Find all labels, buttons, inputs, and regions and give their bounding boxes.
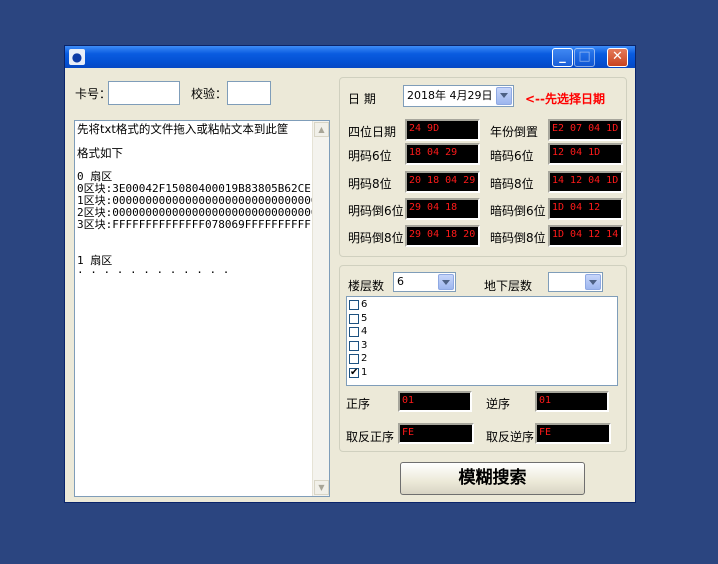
card-label: 卡号： bbox=[75, 87, 112, 101]
droplet-icon: ● bbox=[69, 49, 85, 65]
code-value: 12 04 1D bbox=[548, 143, 623, 165]
chevron-down-icon[interactable] bbox=[585, 274, 601, 290]
floor-checkbox-label: 4 bbox=[361, 326, 368, 337]
floor-checkbox[interactable] bbox=[349, 340, 359, 351]
floor-count-label: 楼层数 bbox=[348, 279, 385, 293]
floor-checkbox[interactable] bbox=[349, 327, 359, 337]
basement-count-select[interactable] bbox=[548, 272, 603, 292]
minimize-button[interactable]: _ bbox=[552, 48, 573, 67]
floor-checkbox[interactable] bbox=[349, 354, 359, 364]
floor-checkbox[interactable] bbox=[349, 313, 359, 324]
text-line bbox=[77, 159, 311, 171]
inverse-forward-label: 取反正序 bbox=[346, 430, 395, 444]
chevron-down-icon[interactable] bbox=[496, 87, 512, 105]
text-line: 先将txt格式的文件拖入或粘帖文本到此筐 bbox=[77, 122, 289, 136]
close-button[interactable]: ✕ bbox=[607, 48, 628, 67]
text-line: 格式如下 bbox=[77, 146, 123, 160]
date-picker[interactable]: 2018年 4月29日 bbox=[403, 85, 514, 107]
text-line: 3区块:FFFFFFFFFFFFFF078069FFFFFFFFFFFF bbox=[77, 218, 325, 231]
maximize-button[interactable]: □ bbox=[574, 48, 595, 67]
text-content: 先将txt格式的文件拖入或粘帖文本到此筐 格式如下 0 扇区 0区块:3E00042F… bbox=[77, 122, 325, 279]
code-label: 明码6位 bbox=[348, 149, 392, 163]
inverse-reverse-label: 取反逆序 bbox=[486, 430, 535, 444]
floor-checkbox-label: 1 bbox=[361, 366, 368, 378]
code-value: 20 18 04 29 bbox=[405, 171, 480, 193]
code-value: 1D 04 12 bbox=[548, 198, 623, 220]
main-window: ● _ □ ✕ 卡号： 校验： 先将txt格式的文件拖入或粘帖文本到此筐 格式如下… bbox=[64, 45, 636, 503]
fuzzy-search-button[interactable]: 模糊搜索 bbox=[400, 462, 585, 495]
inverse-reverse-value: FE bbox=[535, 423, 611, 444]
floor-checkbox[interactable] bbox=[349, 300, 359, 310]
date-label: 日 期 bbox=[348, 92, 376, 106]
code-value: 1D 04 12 14 bbox=[548, 225, 623, 247]
code-label: 暗码倒8位 bbox=[490, 231, 546, 245]
chevron-down-icon[interactable] bbox=[438, 274, 454, 290]
code-label: 暗码8位 bbox=[490, 177, 534, 191]
code-label: 四位日期 bbox=[348, 125, 397, 139]
date-value: 2018年 4月29日 bbox=[407, 89, 493, 102]
check-input[interactable] bbox=[227, 81, 271, 105]
check-label: 校验： bbox=[191, 87, 228, 101]
code-label: 明码倒6位 bbox=[348, 204, 404, 218]
date-hint: <--先选择日期 bbox=[525, 92, 606, 106]
reverse-order-value: 01 bbox=[535, 391, 609, 412]
code-label: 年份倒置 bbox=[490, 125, 539, 139]
code-value: E2 07 04 1D bbox=[548, 119, 623, 141]
text-line bbox=[77, 243, 311, 255]
scroll-down-icon[interactable]: ▼ bbox=[314, 480, 329, 495]
title-bar[interactable]: ● _ □ ✕ bbox=[65, 46, 635, 68]
reverse-order-label: 逆序 bbox=[486, 397, 511, 411]
code-value: 29 04 18 bbox=[405, 198, 480, 220]
code-value: 18 04 29 bbox=[405, 143, 480, 165]
forward-order-value: 01 bbox=[398, 391, 472, 412]
code-value: 14 12 04 1D bbox=[548, 171, 623, 193]
floor-count-value: 6 bbox=[397, 275, 404, 288]
vertical-scrollbar[interactable]: ▲ ▼ bbox=[312, 121, 329, 496]
floor-checkbox[interactable]: ✔ bbox=[349, 367, 359, 378]
scroll-up-icon[interactable]: ▲ bbox=[314, 122, 329, 137]
floor-checkbox-label: 6 bbox=[361, 299, 368, 310]
code-label: 暗码倒6位 bbox=[490, 204, 546, 218]
text-line: · · · · · · · · · · · · bbox=[77, 266, 230, 279]
inverse-forward-value: FE bbox=[398, 423, 474, 444]
code-value: 29 04 18 20 bbox=[405, 225, 480, 247]
forward-order-label: 正序 bbox=[346, 397, 371, 411]
code-label: 暗码6位 bbox=[490, 149, 534, 163]
code-value: 24 9D bbox=[405, 119, 480, 141]
floor-checkbox-label: 2 bbox=[361, 353, 368, 364]
text-drop-area[interactable]: 先将txt格式的文件拖入或粘帖文本到此筐 格式如下 0 扇区 0区块:3E00042F… bbox=[74, 120, 330, 497]
floor-checklist[interactable]: 6 5 4 3 2 ✔ 1 bbox=[346, 296, 618, 386]
date-codes-group: 日 期 2018年 4月29日 <--先选择日期 四位日期 24 9D 年份倒置 E2… bbox=[339, 77, 627, 257]
basement-count-label: 地下层数 bbox=[484, 279, 533, 293]
floor-count-select[interactable]: 6 bbox=[393, 272, 456, 292]
code-label: 明码倒8位 bbox=[348, 231, 404, 245]
text-line bbox=[77, 231, 311, 243]
floor-checkbox-label: 3 bbox=[361, 339, 368, 351]
card-input[interactable] bbox=[108, 81, 180, 105]
floor-checkbox-label: 5 bbox=[361, 312, 368, 324]
code-label: 明码8位 bbox=[348, 177, 392, 191]
